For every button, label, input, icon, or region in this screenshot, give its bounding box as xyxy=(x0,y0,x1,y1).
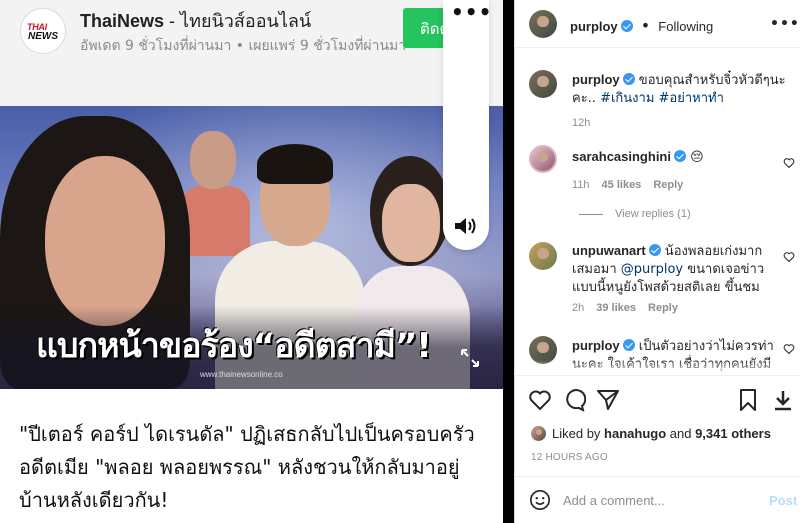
post-header: purploy • Following ••• xyxy=(515,0,800,48)
screen: THAI NEWS ThaiNews - ไทยนิวส์ออนไลน์ อัพ… xyxy=(0,0,800,523)
comment-avatar[interactable] xyxy=(529,242,557,270)
comment-username[interactable]: sarahcasinghini xyxy=(572,149,671,164)
floating-controls: ••• xyxy=(443,0,492,250)
like-comment-heart-icon[interactable] xyxy=(783,343,795,355)
caption-meta: 12h xyxy=(572,117,602,129)
news-image[interactable]: แบกหน้าขอร้อง“อดีตสามี”! www.thainewsonl… xyxy=(0,106,503,389)
avatar[interactable] xyxy=(529,10,557,38)
reply-button[interactable]: Reply xyxy=(653,179,683,191)
comment-body: 😔 xyxy=(685,150,704,165)
replies-line xyxy=(579,213,603,215)
instagram-panel: purploy • Following ••• purploy ขอบคุณสำ… xyxy=(514,0,800,523)
separator-dot: • xyxy=(640,16,651,35)
verified-badge-icon xyxy=(620,20,633,32)
like-comment-heart-icon[interactable] xyxy=(783,157,795,169)
article-summary: "ปีเตอร์ คอร์ป ไดเรนดัล" ปฏิเสธกลับไปเป็… xyxy=(19,422,475,512)
speaker-icon[interactable] xyxy=(453,215,479,237)
action-bar xyxy=(515,375,800,423)
verified-badge-icon xyxy=(622,73,635,85)
caption-time[interactable]: 12h xyxy=(572,117,590,129)
post-button[interactable]: Post xyxy=(769,493,797,508)
view-replies-label: View replies (1) xyxy=(615,208,691,220)
liked-by-count[interactable]: 9,341 others xyxy=(695,426,771,441)
thainews-logo[interactable]: THAI NEWS xyxy=(20,8,66,54)
header-user: purploy • Following xyxy=(570,16,713,35)
comment-2: unpuwanart น้องพลอยเก่งมากเสมอมา @purplo… xyxy=(572,243,787,297)
heart-icon[interactable] xyxy=(528,388,552,412)
reply-button[interactable]: Reply xyxy=(648,302,678,314)
logo-text-bottom: NEWS xyxy=(28,31,58,42)
source-name[interactable]: ThaiNews - ไทยนิวส์ออนไลน์ xyxy=(80,6,311,35)
source-subtitle: - ไทยนิวส์ออนไลน์ xyxy=(164,11,312,31)
liked-by-and: and xyxy=(666,426,696,441)
comment-time[interactable]: 11h xyxy=(572,179,590,191)
caption-text: purploy ขอบคุณสำหรับจิ๋วหัวดีๆนะคะ.. #เก… xyxy=(572,72,787,108)
comment-2-meta: 2h 39 likes Reply xyxy=(572,302,690,314)
expand-icon[interactable] xyxy=(458,346,482,370)
add-comment-input[interactable] xyxy=(563,493,753,508)
verified-badge-icon xyxy=(648,244,661,256)
following-button[interactable]: Following xyxy=(658,19,713,34)
bookmark-icon[interactable] xyxy=(736,388,760,412)
news-card: THAI NEWS ThaiNews - ไทยนิวส์ออนไลน์ อัพ… xyxy=(0,0,503,523)
liked-by: Liked by hanahugo and 9,341 others xyxy=(552,426,771,441)
download-icon[interactable] xyxy=(771,388,795,412)
emoji-icon[interactable] xyxy=(529,489,551,511)
news-header: THAI NEWS ThaiNews - ไทยนิวส์ออนไลน์ อัพ… xyxy=(0,0,503,106)
more-options-icon[interactable]: ••• xyxy=(770,16,800,32)
caption-username[interactable]: purploy xyxy=(572,72,620,87)
add-comment-bar: Post xyxy=(515,476,800,523)
comment-username[interactable]: purploy xyxy=(572,338,620,353)
verified-badge-icon xyxy=(673,150,686,162)
comment-1-meta: 11h 45 likes Reply xyxy=(572,179,695,191)
comment-mention[interactable]: @purploy xyxy=(621,262,683,277)
liked-by-prefix: Liked by xyxy=(552,426,605,441)
liked-by-avatar[interactable] xyxy=(531,426,546,441)
caption-hashtags[interactable]: #เกินงาม #อย่าหาทำ xyxy=(600,91,724,106)
caption-avatar[interactable] xyxy=(529,70,557,98)
liked-by-user[interactable]: hanahugo xyxy=(604,426,666,441)
publish-meta: อัพเดต 9 ชั่วโมงที่ผ่านมา • เผยแพร่ 9 ชั… xyxy=(80,38,407,54)
comment-likes[interactable]: 45 likes xyxy=(602,179,642,191)
source-title: ThaiNews xyxy=(80,11,165,31)
comment-1: sarahcasinghini 😔 xyxy=(572,149,787,167)
view-replies[interactable]: View replies (1) xyxy=(579,208,691,220)
photo-person-left-face xyxy=(45,156,165,326)
comments-fade xyxy=(515,360,800,376)
comment-avatar[interactable] xyxy=(529,145,557,173)
verified-badge-icon xyxy=(622,339,635,351)
image-caption: แบกหน้าขอร้อง“อดีตสามี”! xyxy=(36,326,432,366)
share-icon[interactable] xyxy=(596,388,620,412)
comment-username[interactable]: unpuwanart xyxy=(572,243,646,258)
comment-icon[interactable] xyxy=(562,388,586,412)
image-watermark: www.thainewsonline.co xyxy=(200,370,283,379)
header-username[interactable]: purploy xyxy=(570,19,618,34)
comment-likes[interactable]: 39 likes xyxy=(596,302,636,314)
like-comment-heart-icon[interactable] xyxy=(783,251,795,263)
post-timestamp[interactable]: 12 HOURS AGO xyxy=(531,452,608,463)
comment-time[interactable]: 2h xyxy=(572,302,584,314)
more-options-icon[interactable]: ••• xyxy=(451,0,492,24)
